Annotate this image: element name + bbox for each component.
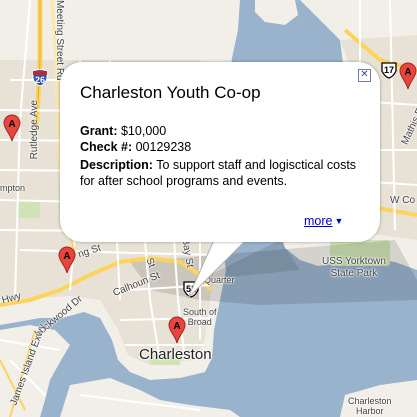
- interstate-shield-icon: 26: [31, 69, 49, 87]
- rutledge-ave-label: Rutledge Ave: [29, 100, 40, 160]
- map-pin-west[interactable]: A: [58, 246, 76, 274]
- south-of-broad-label: South of Broad: [183, 307, 217, 328]
- park-1: [18, 200, 40, 218]
- check-label: Check #:: [80, 140, 133, 154]
- quarter-label: Quarter: [204, 275, 235, 285]
- map-pin-north[interactable]: A: [3, 114, 21, 142]
- chevron-down-icon[interactable]: ▼: [334, 216, 343, 226]
- us-route-shield-icon: 52: [182, 281, 200, 298]
- hampton-label: mpton: [0, 183, 26, 193]
- description-block: Description: To support staff and logisc…: [80, 157, 360, 189]
- check-value: 00129238: [135, 140, 192, 154]
- w-co-label: W Co: [390, 195, 415, 206]
- map-pin-icon: A: [3, 114, 21, 142]
- close-icon[interactable]: ✕: [358, 69, 371, 82]
- charleston-harbor-label: Charleston Harbor: [348, 396, 392, 417]
- us-route-shield-number: 52: [185, 284, 196, 294]
- south-of-broad-line1: South of: [183, 307, 217, 317]
- map-pin-letter: A: [8, 119, 15, 130]
- more-link[interactable]: more ▼: [304, 214, 343, 228]
- map-pin-letter: A: [173, 321, 180, 332]
- info-window: ✕ Charleston Youth Co-op Grant: $10,000 …: [60, 62, 380, 242]
- south-of-broad-line2: Broad: [187, 317, 212, 328]
- grant-line: Grant: $10,000: [80, 124, 166, 138]
- map-pin-icon: A: [58, 246, 76, 274]
- grant-value: $10,000: [120, 124, 167, 138]
- interstate-shield-number: 26: [34, 75, 45, 85]
- us17-shield-icon: 17: [380, 62, 398, 79]
- map-pin-icon: A: [399, 62, 417, 90]
- map-pin-icon: A: [168, 316, 186, 344]
- map-pin-letter: A: [63, 251, 70, 262]
- map-pin-center[interactable]: A: [168, 316, 186, 344]
- info-window-title: Charleston Youth Co-op: [80, 83, 261, 102]
- meeting-street-rd-label: Meeting Street Rd: [54, 0, 65, 81]
- us17-shield-number: 17: [383, 65, 394, 75]
- charleston-harbor-line1: Charleston: [348, 396, 392, 406]
- charleston-harbor-line2: Harbor: [356, 405, 384, 416]
- map-pin-letter: A: [404, 67, 411, 78]
- map-canvas[interactable]: Meeting Street Rd Rutledge Ave mpton Hwy…: [0, 0, 417, 417]
- map-pin-northeast[interactable]: A: [399, 62, 417, 90]
- description-label: Description:: [80, 158, 153, 172]
- uss-yorktown-label: USS Yorktown State Park: [322, 256, 386, 279]
- check-line: Check #: 00129238: [80, 140, 191, 154]
- charleston-city-label: Charleston: [139, 346, 212, 363]
- uss-yorktown-line1: USS Yorktown: [322, 256, 386, 267]
- more-link-text[interactable]: more: [304, 214, 332, 228]
- grant-label: Grant:: [80, 124, 118, 138]
- uss-yorktown-line2: State Park: [330, 267, 378, 279]
